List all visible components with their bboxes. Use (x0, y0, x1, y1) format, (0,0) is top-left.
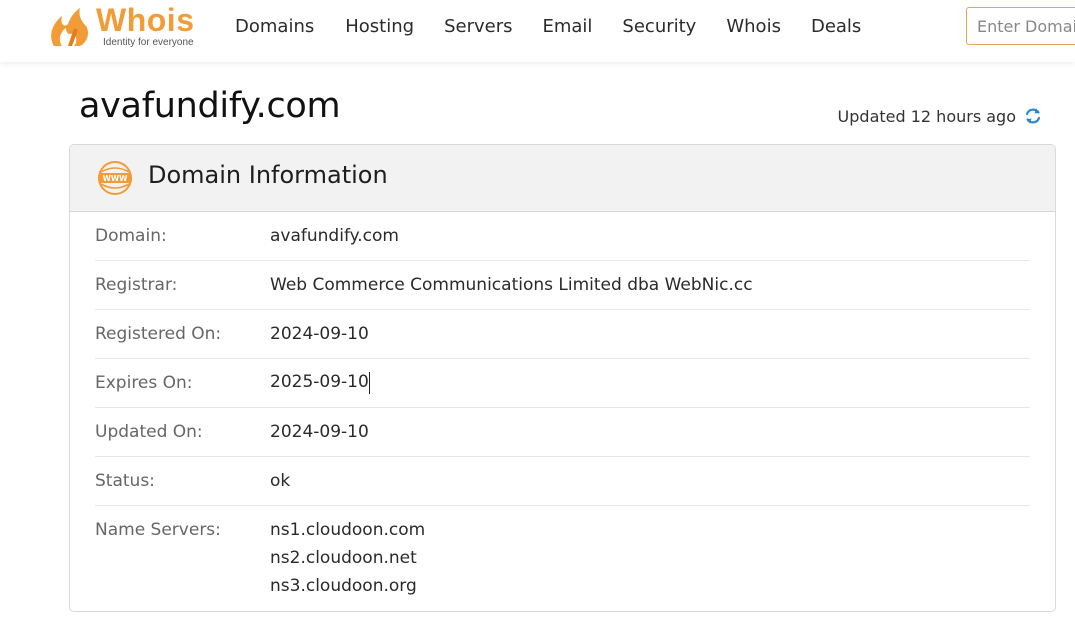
domain-info-table: Domain: avafundify.com Registrar: Web Co… (95, 212, 1030, 600)
name-server-item: ns3.cloudoon.org (270, 576, 417, 596)
row-label: Registrar: (95, 275, 178, 295)
row-label: Registered On: (95, 324, 222, 344)
nav-email[interactable]: Email (542, 14, 592, 40)
info-row-registrar: Registrar: Web Commerce Communications L… (95, 261, 1030, 310)
main-nav: Domains Hosting Servers Email Security W… (235, 14, 891, 40)
card-title: Domain Information (148, 161, 388, 189)
nav-domains[interactable]: Domains (235, 14, 314, 40)
domain-info-card: WWW Domain Information Domain: avafundif… (69, 144, 1056, 612)
row-value: avafundify.com (270, 226, 399, 246)
info-row-expires-on: Expires On: 2025-09-10 (95, 359, 1030, 408)
logo-tagline: Identity for everyone (103, 37, 194, 48)
updated-status: Updated 12 hours ago (838, 106, 1043, 126)
logo-wordmark: Whois (96, 2, 195, 38)
domain-search-input[interactable] (966, 7, 1075, 45)
row-label: Expires On: (95, 373, 193, 393)
refresh-icon[interactable] (1023, 106, 1043, 126)
updated-text: Updated 12 hours ago (837, 106, 1016, 126)
info-row-updated-on: Updated On: 2024-09-10 (95, 408, 1030, 457)
row-label: Name Servers: (95, 520, 221, 540)
row-value: 2024-09-10 (270, 324, 369, 344)
site-header: Whois Identity for everyone Domains Host… (0, 0, 1075, 62)
name-server-item: ns2.cloudoon.net (270, 548, 417, 568)
row-value: ok (270, 471, 291, 491)
row-value: 2025-09-10 (270, 372, 369, 393)
card-header: WWW Domain Information (70, 145, 1055, 212)
www-globe-icon: WWW (98, 161, 132, 195)
text-cursor (368, 372, 370, 394)
nav-whois[interactable]: Whois (726, 14, 781, 40)
row-label: Domain: (95, 226, 167, 246)
row-value: Web Commerce Communications Limited dba … (270, 275, 753, 295)
site-logo[interactable]: Whois Identity for everyone (46, 2, 206, 52)
name-server-list: ns1.cloudoon.com ns2.cloudoon.net ns3.cl… (270, 516, 425, 600)
row-value: 2024-09-10 (270, 422, 369, 442)
nav-security[interactable]: Security (622, 14, 696, 40)
nav-servers[interactable]: Servers (444, 14, 512, 40)
info-row-status: Status: ok (95, 457, 1030, 506)
info-row-name-servers: Name Servers: ns1.cloudoon.com ns2.cloud… (95, 506, 1030, 600)
nav-deals[interactable]: Deals (811, 14, 861, 40)
svg-text:WWW: WWW (103, 174, 129, 183)
row-label: Updated On: (95, 422, 203, 442)
info-row-registered-on: Registered On: 2024-09-10 (95, 310, 1030, 359)
name-server-item: ns1.cloudoon.com (270, 520, 426, 540)
row-value-wrap: 2025-09-10 (270, 372, 370, 394)
page-title: avafundify.com (79, 86, 341, 126)
info-row-domain: Domain: avafundify.com (95, 212, 1030, 261)
row-label: Status: (95, 471, 155, 491)
whois-flame-logo-icon (51, 8, 88, 46)
nav-hosting[interactable]: Hosting (345, 14, 414, 40)
